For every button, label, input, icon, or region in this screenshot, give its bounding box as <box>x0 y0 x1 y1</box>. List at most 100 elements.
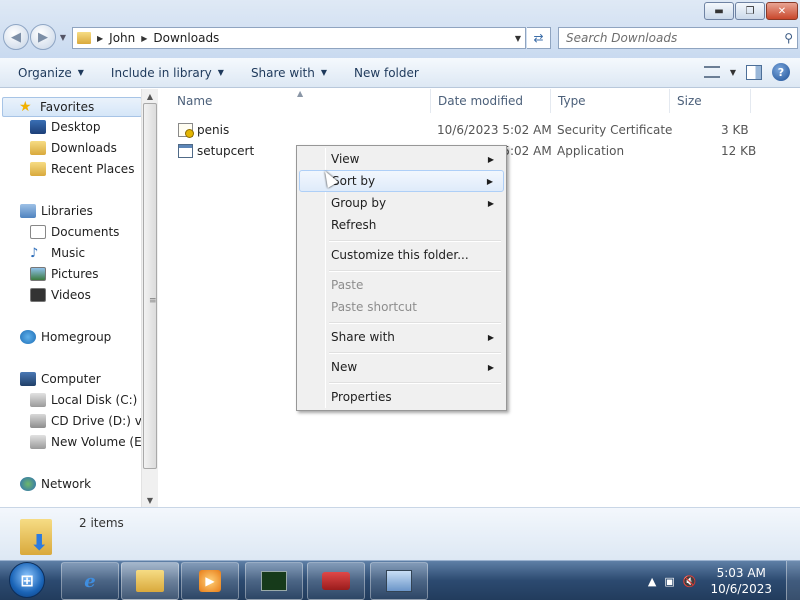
breadcrumb-john[interactable]: John <box>109 31 135 45</box>
maximize-button[interactable]: ❐ <box>735 2 765 20</box>
file-name: penis <box>197 123 230 137</box>
column-size[interactable]: Size <box>671 89 751 113</box>
nav-homegroup[interactable]: Homegroup <box>20 330 111 344</box>
menu-item-refresh[interactable]: Refresh <box>299 214 504 236</box>
nav-downloads[interactable]: Downloads <box>30 141 117 155</box>
control-panel-icon <box>386 570 412 592</box>
menu-separator <box>329 270 501 272</box>
menu-item-view[interactable]: View ▶ <box>299 148 504 170</box>
taskbar-media-player[interactable]: ▶ <box>181 562 239 600</box>
column-type[interactable]: Type <box>552 89 670 113</box>
menu-separator <box>329 352 501 354</box>
navigation-pane: ★ Favorites Desktop Downloads Recent Plac… <box>0 89 158 507</box>
submenu-arrow-icon: ▶ <box>487 154 494 164</box>
nav-libraries[interactable]: Libraries <box>20 204 93 218</box>
submenu-arrow-icon: ▶ <box>487 332 494 342</box>
network-icon <box>20 477 36 491</box>
documents-icon <box>30 225 46 239</box>
show-hidden-icons-icon[interactable]: ▲ <box>648 575 656 588</box>
certificate-icon <box>178 123 194 138</box>
scroll-up-icon[interactable]: ▲ <box>142 89 158 103</box>
column-date-modified[interactable]: Date modified <box>432 89 551 113</box>
nav-cd-drive[interactable]: CD Drive (D:) virt <box>30 414 155 428</box>
application-icon <box>178 144 193 158</box>
clock-date: 10/6/2023 <box>710 582 772 596</box>
nav-new-volume[interactable]: New Volume (E:) <box>30 435 150 449</box>
help-icon[interactable]: ? <box>772 63 790 81</box>
taskbar-toolbox[interactable] <box>307 562 365 600</box>
submenu-arrow-icon: ▶ <box>486 176 493 186</box>
menu-item-group-by[interactable]: Group by ▶ <box>299 192 504 214</box>
menu-separator <box>329 382 501 384</box>
view-dropdown-icon[interactable]: ▼ <box>730 68 736 77</box>
recent-pages-dropdown[interactable]: ▼ <box>57 24 69 50</box>
nav-documents[interactable]: Documents <box>30 225 119 239</box>
nav-computer[interactable]: Computer <box>20 372 101 386</box>
submenu-arrow-icon: ▶ <box>487 362 494 372</box>
scroll-down-icon[interactable]: ▼ <box>142 493 158 507</box>
nav-label: Documents <box>51 225 120 239</box>
chevron-down-icon: ▼ <box>77 68 84 77</box>
search-placeholder: Search Downloads <box>566 31 678 45</box>
nav-favorites[interactable]: ★ Favorites <box>2 97 142 117</box>
share-with-button[interactable]: Share with ▼ <box>251 66 327 80</box>
taskbar-windows-explorer[interactable] <box>121 562 179 600</box>
forward-button[interactable]: ▶ <box>30 24 56 50</box>
taskbar-task-manager[interactable] <box>245 562 303 600</box>
nav-scrollbar[interactable]: ▲ ≡ ▼ <box>141 89 158 507</box>
search-input[interactable]: Search Downloads ⚲ <box>558 27 798 49</box>
include-in-library-button[interactable]: Include in library ▼ <box>111 66 224 80</box>
music-icon: ♪ <box>30 246 39 261</box>
start-button[interactable]: ⊞ <box>9 562 45 598</box>
address-bar[interactable]: ▶ John ▶ Downloads ▼ <box>72 27 526 49</box>
nav-network[interactable]: Network <box>20 477 91 491</box>
nav-videos[interactable]: Videos <box>30 288 91 302</box>
organize-button[interactable]: Organize ▼ <box>18 66 84 80</box>
breadcrumb-downloads[interactable]: Downloads <box>153 31 219 45</box>
minimize-button[interactable]: ▬ <box>704 2 734 20</box>
organize-label: Organize <box>18 65 72 80</box>
search-icon[interactable]: ⚲ <box>784 31 793 45</box>
nav-local-disk[interactable]: Local Disk (C:) <box>30 393 137 407</box>
nav-label: Local Disk (C:) <box>51 393 138 407</box>
breadcrumb-separator-icon[interactable]: ▶ <box>141 34 147 43</box>
close-button[interactable]: ✕ <box>766 2 798 20</box>
nav-label: Downloads <box>51 141 117 155</box>
nav-label: Favorites <box>40 100 95 114</box>
downloads-folder-icon <box>30 141 46 155</box>
menu-item-share-with[interactable]: Share with ▶ <box>299 326 504 348</box>
taskbar-control-panel[interactable] <box>370 562 428 600</box>
file-size: 3 KB <box>721 123 749 137</box>
menu-item-customize[interactable]: Customize this folder... <box>299 244 504 266</box>
nav-desktop[interactable]: Desktop <box>30 120 101 134</box>
menu-item-paste-shortcut: Paste shortcut <box>299 296 504 318</box>
nav-music[interactable]: ♪ Music <box>30 246 85 261</box>
menu-item-new[interactable]: New ▶ <box>299 356 504 378</box>
show-desktop-button[interactable] <box>786 561 800 600</box>
new-folder-button[interactable]: New folder <box>354 66 419 80</box>
network-status-icon[interactable]: ▣ <box>664 575 674 588</box>
refresh-button[interactable]: ⇄ <box>527 27 551 49</box>
column-name[interactable]: Name <box>171 89 431 113</box>
file-row[interactable]: penis 10/6/2023 5:02 AM Security Certifi… <box>159 120 800 140</box>
nav-pictures[interactable]: Pictures <box>30 267 99 281</box>
preview-pane-icon[interactable] <box>746 64 762 80</box>
breadcrumb-separator-icon[interactable]: ▶ <box>97 34 103 43</box>
computer-icon <box>20 372 36 386</box>
refresh-icon: ⇄ <box>533 31 544 45</box>
menu-label: Customize this folder... <box>331 248 469 262</box>
menu-item-properties[interactable]: Properties <box>299 386 504 408</box>
taskbar-internet-explorer[interactable]: e <box>61 562 119 600</box>
clock[interactable]: 5:03 AM 10/6/2023 <box>710 565 772 597</box>
back-button[interactable]: ◀ <box>3 24 29 50</box>
scroll-thumb[interactable]: ≡ <box>143 103 157 469</box>
volume-muted-icon[interactable]: 🔇 <box>683 575 697 588</box>
desktop-icon <box>30 120 46 134</box>
navigation-buttons: ◀ ▶ ▼ <box>3 24 69 50</box>
caption-buttons: ▬ ❐ ✕ <box>704 2 798 20</box>
address-history-dropdown[interactable]: ▼ <box>515 34 521 43</box>
change-view-icon[interactable] <box>703 66 720 78</box>
libraries-icon <box>20 204 36 218</box>
nav-recent-places[interactable]: Recent Places <box>30 162 134 176</box>
internet-explorer-icon: e <box>84 570 96 592</box>
